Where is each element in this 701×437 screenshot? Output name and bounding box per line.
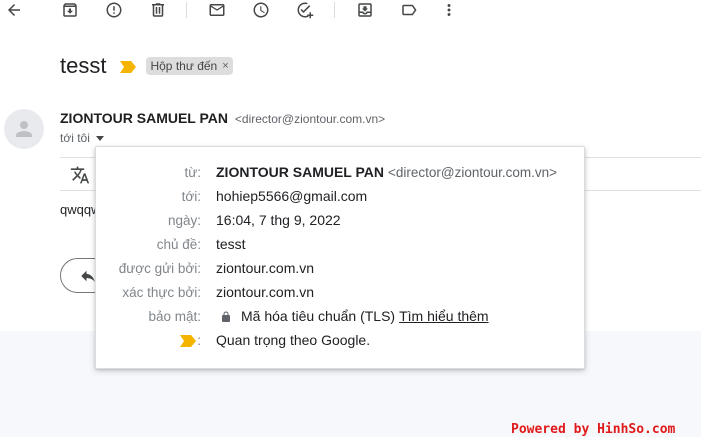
remove-label-icon[interactable]: × [222, 60, 228, 72]
detail-label: chủ đề: [156, 236, 201, 252]
more-vert-icon[interactable] [439, 0, 459, 20]
detail-value: Mã hóa tiêu chuẩn (TLS) Tìm hiểu thêm [216, 308, 489, 324]
sender-name[interactable]: ZIONTOUR SAMUEL PAN [60, 110, 228, 126]
person-icon [16, 121, 32, 137]
detail-value: 16:04, 7 thg 9, 2022 [216, 212, 341, 228]
detail-value: hohiep5566@gmail.com [216, 188, 368, 204]
subject-row: tesst Hộp thư đến × [60, 51, 233, 81]
detail-label: xác thực bởi: [122, 284, 201, 300]
chevron-down-icon[interactable] [95, 135, 104, 141]
detail-sender-name: ZIONTOUR SAMUEL PAN [216, 164, 385, 180]
detail-label: từ: [184, 164, 201, 180]
message-toolbar [0, 0, 701, 22]
archive-icon[interactable] [60, 0, 80, 20]
snooze-icon[interactable] [251, 0, 271, 20]
detail-label: : [197, 332, 201, 348]
detail-value: ziontour.com.vn [216, 284, 315, 300]
importance-marker-icon [180, 334, 196, 347]
detail-row-date: ngày: 16:04, 7 thg 9, 2022 [96, 210, 586, 230]
label-chip-inbox[interactable]: Hộp thư đến × [146, 57, 233, 75]
back-arrow-icon[interactable] [4, 0, 24, 20]
detail-row-importance: : Quan trọng theo Google. [96, 330, 586, 350]
lock-icon [220, 310, 232, 322]
watermark: Powered by HinhSo.com [511, 422, 676, 437]
message-details-popup: từ: ZIONTOUR SAMUEL PAN <director@zionto… [95, 146, 585, 369]
detail-value: ZIONTOUR SAMUEL PAN <director@ziontour.c… [216, 164, 557, 180]
avatar[interactable] [4, 109, 44, 149]
labels-icon[interactable] [399, 0, 419, 20]
detail-label: ngày: [167, 212, 201, 228]
recipient-line: tới tôi [60, 131, 90, 145]
translate-icon[interactable] [70, 165, 90, 185]
detail-row-signed-by: xác thực bởi: ziontour.com.vn [96, 282, 586, 302]
detail-label: tới: [181, 188, 201, 204]
toolbar-divider [334, 2, 335, 18]
label-chip-text: Hộp thư đến [150, 59, 218, 73]
detail-row-mailed-by: được gửi bởi: ziontour.com.vn [96, 258, 586, 278]
sender-line: ZIONTOUR SAMUEL PAN <director@ziontour.c… [60, 110, 385, 126]
detail-row-to: tới: hohiep5566@gmail.com [96, 186, 586, 206]
detail-value: tesst [216, 236, 246, 252]
detail-value: Quan trọng theo Google. [216, 332, 371, 348]
security-text: Mã hóa tiêu chuẩn (TLS) [241, 308, 396, 324]
learn-more-link[interactable]: Tìm hiểu thêm [399, 308, 488, 324]
report-spam-icon[interactable] [104, 0, 124, 20]
detail-label: bảo mật: [148, 308, 201, 324]
detail-row-from: từ: ZIONTOUR SAMUEL PAN <director@zionto… [96, 162, 586, 182]
detail-value: ziontour.com.vn [216, 260, 315, 276]
delete-icon[interactable] [148, 0, 168, 20]
toolbar-divider [186, 2, 187, 18]
email-subject: tesst [60, 53, 107, 78]
move-to-icon[interactable] [355, 0, 375, 20]
importance-marker-icon[interactable] [120, 60, 137, 73]
detail-row-subject: chủ đề: tesst [96, 234, 586, 254]
mark-unread-icon[interactable] [207, 0, 227, 20]
detail-row-security: bảo mật: Mã hóa tiêu chuẩn (TLS) Tìm hiể… [96, 306, 586, 326]
add-to-tasks-icon[interactable] [295, 0, 315, 20]
detail-label: được gửi bởi: [118, 260, 201, 276]
sender-email: <director@ziontour.com.vn> [234, 112, 386, 126]
detail-sender-email: <director@ziontour.com.vn> [388, 164, 558, 180]
recipient-details-toggle[interactable]: tới tôi [60, 131, 104, 145]
